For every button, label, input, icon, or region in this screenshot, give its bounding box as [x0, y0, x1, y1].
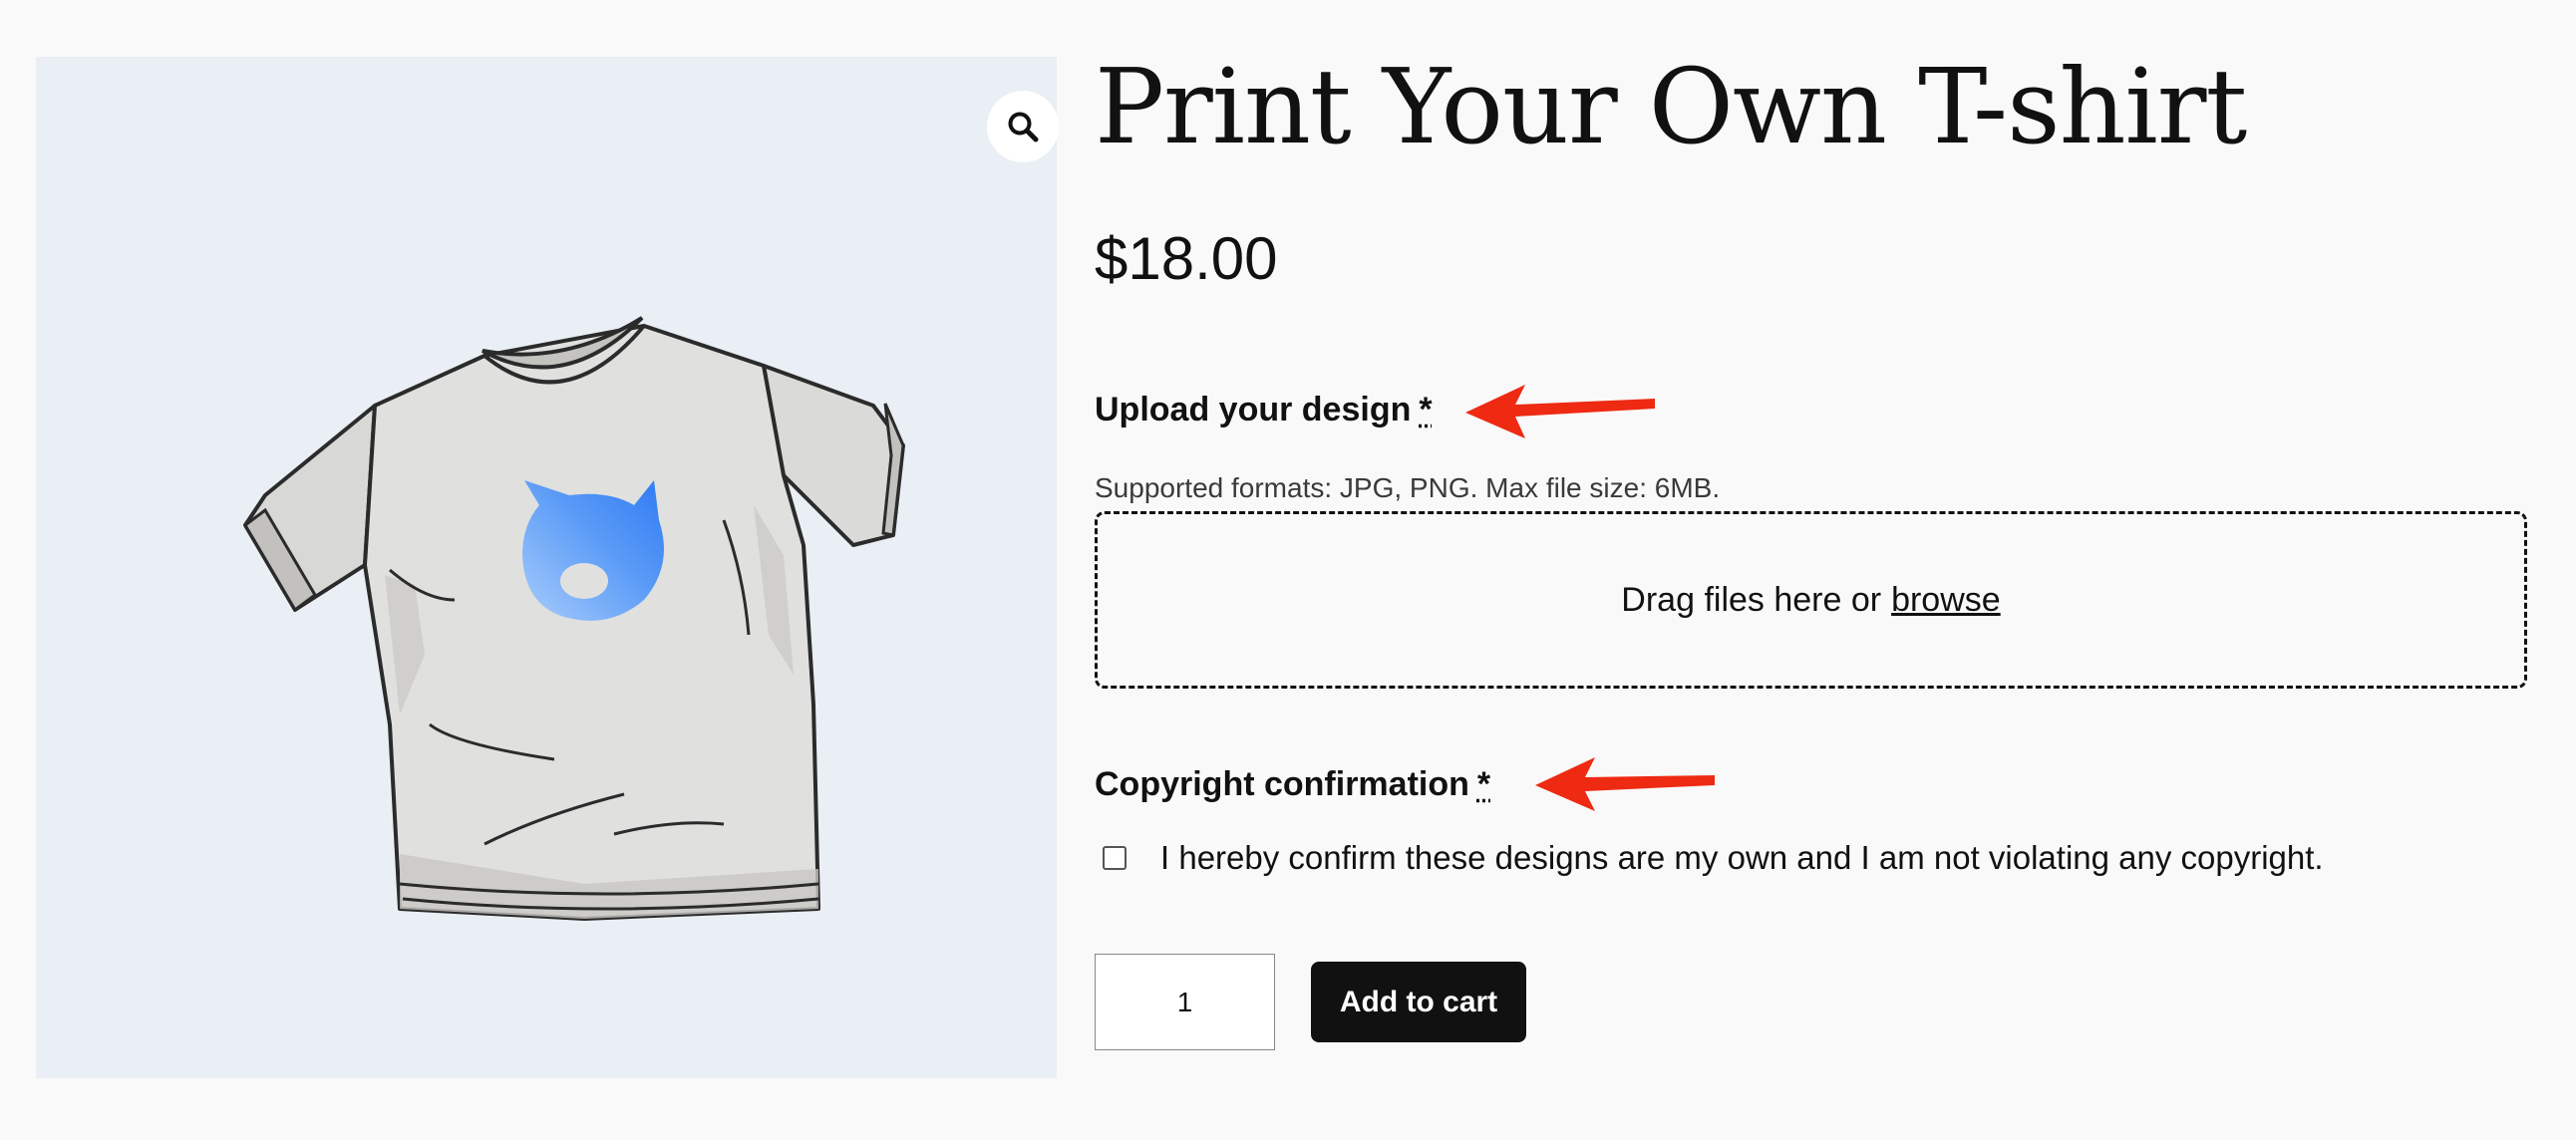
copyright-checkbox-row[interactable]: I hereby confirm these designs are my ow…	[1103, 839, 2324, 877]
product-page: Print Your Own T-shirt $18.00 Upload you…	[0, 0, 2576, 1140]
add-to-cart-button[interactable]: Add to cart	[1311, 962, 1526, 1042]
copyright-checkbox[interactable]	[1103, 846, 1127, 870]
upload-hint: Supported formats: JPG, PNG. Max file si…	[1095, 472, 1721, 503]
annotation-arrow-icon	[1535, 757, 1715, 811]
dropzone-text: Drag files here or	[1621, 580, 1882, 619]
copyright-confirmation-label: Copyright confirmation *	[1095, 765, 1490, 804]
zoom-button[interactable]	[987, 91, 1059, 162]
product-price: $18.00	[1095, 225, 1278, 292]
required-indicator: *	[1476, 765, 1491, 803]
upload-design-label-text: Upload your design	[1095, 391, 1412, 428]
quantity-input[interactable]	[1095, 954, 1275, 1050]
t-shirt-image[interactable]	[225, 256, 923, 954]
browse-link[interactable]: browse	[1891, 581, 2001, 620]
product-summary: Print Your Own T-shirt $18.00 Upload you…	[1095, 0, 2530, 1140]
product-title: Print Your Own T-shirt	[1095, 46, 2247, 167]
upload-design-label: Upload your design *	[1095, 391, 1433, 429]
file-dropzone[interactable]: Drag files here or browse	[1095, 511, 2527, 689]
annotation-arrow-icon	[1465, 385, 1655, 438]
copyright-checkbox-label[interactable]: I hereby confirm these designs are my ow…	[1160, 839, 2324, 877]
magnifier-icon	[1008, 112, 1039, 142]
copyright-label-text: Copyright confirmation	[1095, 765, 1469, 803]
product-gallery	[36, 57, 1059, 1078]
required-indicator: *	[1419, 391, 1433, 428]
